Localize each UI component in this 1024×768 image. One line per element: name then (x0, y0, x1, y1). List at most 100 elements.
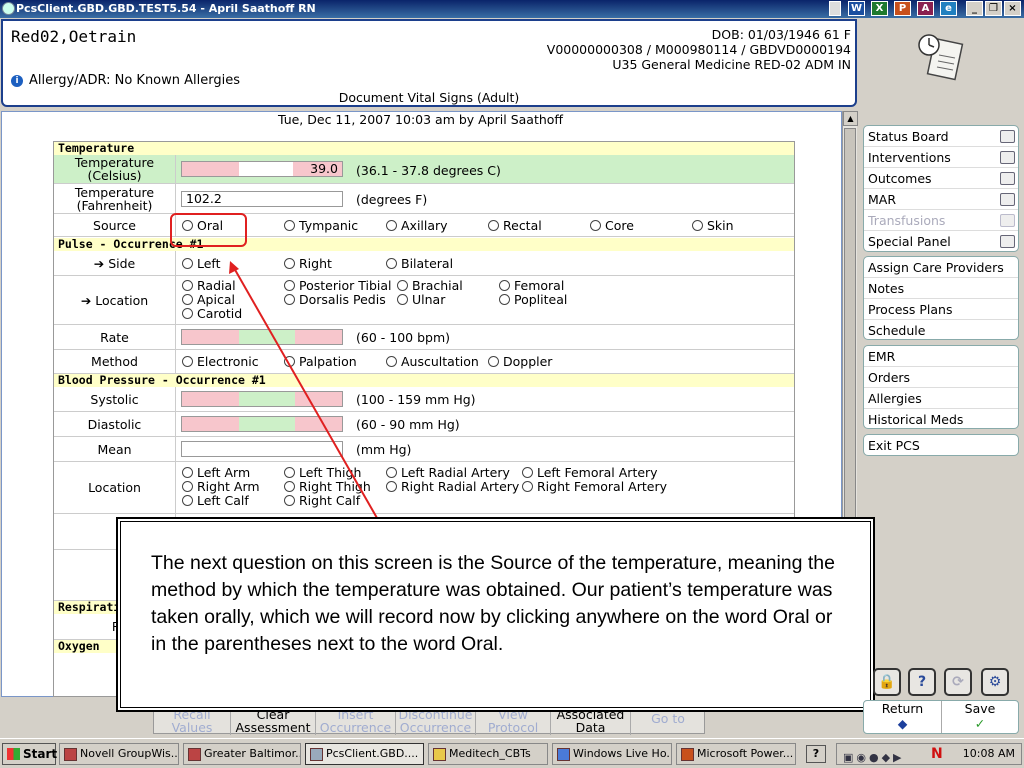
pulse-line-icon (1000, 235, 1015, 248)
location-radial-radio[interactable]: Radial (182, 279, 236, 293)
tray-icons[interactable]: ▣◉●◆▶ (843, 748, 905, 768)
source-axillary-radio[interactable]: Axillary (386, 219, 448, 233)
systolic-field[interactable] (181, 391, 343, 407)
bp-right-femoral-artery-radio[interactable]: Right Femoral Artery (522, 480, 667, 494)
close-button[interactable]: × (1004, 1, 1021, 16)
refresh-icon[interactable]: ⟳ (944, 668, 972, 696)
rate-field[interactable] (181, 329, 343, 345)
sidebar-item-historical-meds[interactable]: Historical Meds (864, 409, 1018, 430)
checkmark-icon: ✓ (974, 716, 986, 731)
task-powerpoint[interactable]: Microsoft Power... (676, 743, 796, 765)
sidebar-item-assign-care-providers[interactable]: Assign Care Providers (864, 257, 1018, 278)
mean-range: (mm Hg) (356, 442, 412, 457)
go-to-button[interactable]: Go to (631, 708, 705, 735)
method-palpation-radio[interactable]: Palpation (284, 355, 357, 369)
location-posterior-tibial-radio[interactable]: Posterior Tibial (284, 279, 391, 293)
sidebar-item-process-plans[interactable]: Process Plans (864, 299, 1018, 320)
insert-occurrence-button[interactable]: Insert Occurrence (316, 708, 396, 735)
settings-icon[interactable]: ⚙ (981, 668, 1009, 696)
location-dorsalis-pedis-radio[interactable]: Dorsalis Pedis (284, 293, 386, 307)
sidebar-item-allergies[interactable]: Allergies (864, 388, 1018, 409)
task-meditech-cbts[interactable]: Meditech_CBTs (428, 743, 548, 765)
source-rectal-radio[interactable]: Rectal (488, 219, 542, 233)
task-label: Meditech_CBTs (449, 747, 531, 760)
sidebar-item-status-board[interactable]: Status Board (864, 126, 1018, 147)
row-rate: Rate (60 - 100 bpm) (54, 325, 794, 350)
bp-right-radial-artery-radio[interactable]: Right Radial Artery (386, 480, 519, 494)
bp-right-thigh-radio[interactable]: Right Thigh (284, 480, 371, 494)
temp-fahrenheit-field[interactable]: 102.2 (181, 191, 343, 207)
excel-icon[interactable]: X (871, 1, 888, 16)
task-pcsclient[interactable]: PcsClient.GBD.... (305, 743, 424, 765)
task-label: PcsClient.GBD.... (326, 747, 419, 760)
bp-left-thigh-radio[interactable]: Left Thigh (284, 466, 361, 480)
return-label: Return (881, 701, 924, 716)
location-femoral-radio[interactable]: Femoral (499, 279, 564, 293)
side-left-radio[interactable]: Left (182, 257, 221, 271)
bp-left-calf-radio[interactable]: Left Calf (182, 494, 249, 508)
scroll-up-icon[interactable]: ▲ (843, 111, 858, 126)
sidebar-item-transfusions[interactable]: Transfusions (864, 210, 1018, 231)
diastolic-field[interactable] (181, 416, 343, 432)
location-ulnar-radio[interactable]: Ulnar (397, 293, 445, 307)
sidebar-item-exit-pcs[interactable]: Exit PCS (864, 435, 1018, 456)
word-icon[interactable]: W (848, 1, 865, 16)
clock: 10:08 AM (962, 747, 1015, 760)
task-greater-baltimore[interactable]: Greater Baltimor... (183, 743, 301, 765)
allergy-line[interactable]: i Allergy/ADR: No Known Allergies (11, 73, 240, 88)
sidebar-item-outcomes[interactable]: Outcomes (864, 168, 1018, 189)
bp-left-femoral-artery-radio[interactable]: Left Femoral Artery (522, 466, 658, 480)
location-apical-radio[interactable]: Apical (182, 293, 235, 307)
task-groupwise[interactable]: Novell GroupWis... (59, 743, 179, 765)
lock-icon[interactable]: 🔒 (873, 668, 901, 696)
source-skin-radio[interactable]: Skin (692, 219, 734, 233)
return-button[interactable]: Return ◆ (864, 701, 942, 733)
side-right-radio[interactable]: Right (284, 257, 332, 271)
ie-icon[interactable]: e (940, 1, 957, 16)
source-tympanic-radio[interactable]: Tympanic (284, 219, 358, 233)
bp-right-arm-radio[interactable]: Right Arm (182, 480, 260, 494)
associated-data-button[interactable]: Associated Data (551, 708, 631, 735)
powerpoint-icon[interactable]: P (894, 1, 911, 16)
clear-assessment-button[interactable]: Clear Assessment (231, 708, 316, 735)
method-electronic-radio[interactable]: Electronic (182, 355, 259, 369)
bp-left-radial-artery-radio[interactable]: Left Radial Artery (386, 466, 510, 480)
mean-field[interactable] (181, 441, 343, 457)
discontinue-occurrence-button[interactable]: Discontinue Occurrence (396, 708, 476, 735)
sidebar-item-orders[interactable]: Orders (864, 367, 1018, 388)
location-carotid-radio[interactable]: Carotid (182, 307, 242, 321)
method-auscultation-radio[interactable]: Auscultation (386, 355, 479, 369)
source-core-radio[interactable]: Core (590, 219, 634, 233)
location-brachial-radio[interactable]: Brachial (397, 279, 463, 293)
bp-right-calf-radio[interactable]: Right Calf (284, 494, 360, 508)
sidebar-item-notes[interactable]: Notes (864, 278, 1018, 299)
bp-left-arm-radio[interactable]: Left Arm (182, 466, 250, 480)
clipboard-clock-icon[interactable] (915, 33, 967, 81)
view-protocol-button[interactable]: View Protocol (476, 708, 551, 735)
side-bilateral-radio[interactable]: Bilateral (386, 257, 453, 271)
document-title: Document Vital Signs (Adult) (338, 90, 520, 105)
save-button[interactable]: Save ✓ (942, 701, 1018, 733)
help-tray-icon[interactable]: ? (806, 745, 826, 763)
temp-celsius-value: 39.0 (310, 161, 338, 176)
restore-button[interactable]: ❐ (985, 1, 1002, 16)
sidebar-item-special-panel[interactable]: Special Panel (864, 231, 1018, 252)
sidebar-item-interventions[interactable]: Interventions (864, 147, 1018, 168)
sidebar-item-schedule[interactable]: Schedule (864, 320, 1018, 341)
help-icon[interactable]: ? (908, 668, 936, 696)
scroll-thumb[interactable] (844, 128, 856, 528)
temp-celsius-field[interactable]: 39.0 (181, 161, 343, 177)
sidebar-item-label: Special Panel (868, 234, 951, 249)
start-button[interactable]: Start (2, 743, 57, 765)
patient-info: DOB: 01/03/1946 61 F V00000000308 / M000… (547, 27, 851, 72)
access-icon[interactable]: A (917, 1, 934, 16)
task-windows-live[interactable]: Windows Live Ho... (552, 743, 672, 765)
app-toolbar-icon[interactable] (829, 1, 841, 16)
method-doppler-radio[interactable]: Doppler (488, 355, 552, 369)
recall-values-button[interactable]: Recall Values (154, 708, 231, 735)
sidebar-item-mar[interactable]: MAR (864, 189, 1018, 210)
sidebar-item-emr[interactable]: EMR (864, 346, 1018, 367)
minimize-button[interactable]: _ (966, 1, 983, 16)
location-popliteal-radio[interactable]: Popliteal (499, 293, 567, 307)
novell-icon[interactable]: N (931, 744, 943, 764)
